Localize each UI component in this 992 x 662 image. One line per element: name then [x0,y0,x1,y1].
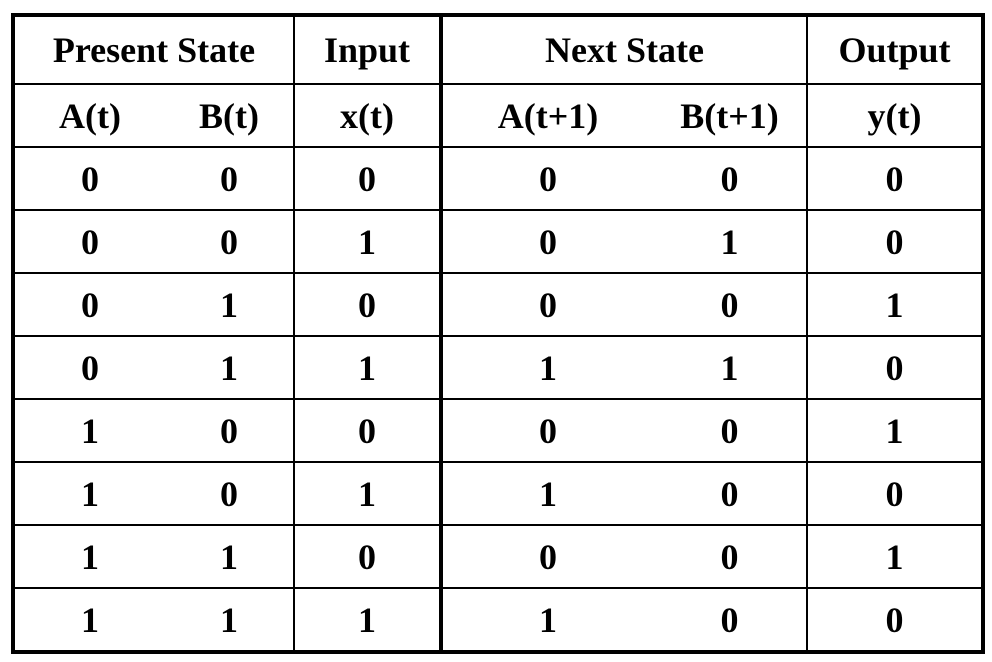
cell-x-t: 0 [293,524,443,589]
header-next-state: Next State [440,14,808,85]
cell-b-t: 1 [164,272,295,337]
cell-a-t: 1 [12,398,165,463]
table-row: 101100 [12,461,984,526]
cell-b-t1: 0 [652,524,808,589]
cell-b-t: 0 [164,146,295,211]
cell-x-t: 0 [293,272,443,337]
cell-x-t: 1 [293,587,443,653]
cell-b-t: 1 [164,335,295,400]
cell-b-t1: 1 [652,335,808,400]
cell-a-t1: 0 [440,209,653,274]
cell-a-t: 0 [12,146,165,211]
cell-y-t: 0 [806,146,984,211]
cell-y-t: 1 [806,398,984,463]
cell-a-t1: 1 [440,335,653,400]
cell-b-t1: 1 [652,209,808,274]
cell-x-t: 1 [293,209,443,274]
cell-x-t: 1 [293,461,443,526]
column-header-y-t: y(t) [806,83,984,148]
column-header-row: A(t) B(t) x(t) A(t+1) B(t+1) y(t) [12,83,984,148]
cell-y-t: 1 [806,524,984,589]
column-header-a-t1: A(t+1) [440,83,653,148]
table-row: 011110 [12,335,984,400]
cell-y-t: 0 [806,587,984,653]
header-input: Input [293,14,443,85]
cell-b-t1: 0 [652,398,808,463]
column-header-b-t1: B(t+1) [652,83,808,148]
cell-x-t: 1 [293,335,443,400]
cell-b-t: 1 [164,587,295,653]
cell-a-t: 1 [12,587,165,653]
cell-b-t1: 0 [652,146,808,211]
cell-a-t: 1 [12,524,165,589]
column-header-a-t: A(t) [12,83,165,148]
state-table: Present State Input Next State Output A(… [11,13,985,654]
cell-b-t: 0 [164,461,295,526]
cell-a-t: 0 [12,209,165,274]
column-header-b-t: B(t) [164,83,295,148]
table-row: 110001 [12,524,984,589]
cell-a-t1: 0 [440,524,653,589]
cell-b-t: 0 [164,209,295,274]
cell-x-t: 0 [293,146,443,211]
cell-b-t1: 0 [652,587,808,653]
table-row: 100001 [12,398,984,463]
cell-b-t: 1 [164,524,295,589]
cell-y-t: 0 [806,461,984,526]
column-header-x-t: x(t) [293,83,443,148]
table-row: 010001 [12,272,984,337]
cell-y-t: 0 [806,209,984,274]
cell-a-t1: 1 [440,461,653,526]
header-present-state: Present State [12,14,295,85]
cell-b-t1: 0 [652,272,808,337]
cell-x-t: 0 [293,398,443,463]
table-row: 001010 [12,209,984,274]
table-row: 000000 [12,146,984,211]
cell-y-t: 1 [806,272,984,337]
cell-a-t: 0 [12,272,165,337]
cell-a-t: 0 [12,335,165,400]
cell-y-t: 0 [806,335,984,400]
cell-a-t: 1 [12,461,165,526]
cell-a-t1: 0 [440,272,653,337]
cell-a-t1: 1 [440,587,653,653]
cell-b-t1: 0 [652,461,808,526]
group-header-row: Present State Input Next State Output [12,14,984,85]
table-row: 111100 [12,587,984,653]
header-output: Output [806,14,984,85]
cell-b-t: 0 [164,398,295,463]
cell-a-t1: 0 [440,398,653,463]
cell-a-t1: 0 [440,146,653,211]
